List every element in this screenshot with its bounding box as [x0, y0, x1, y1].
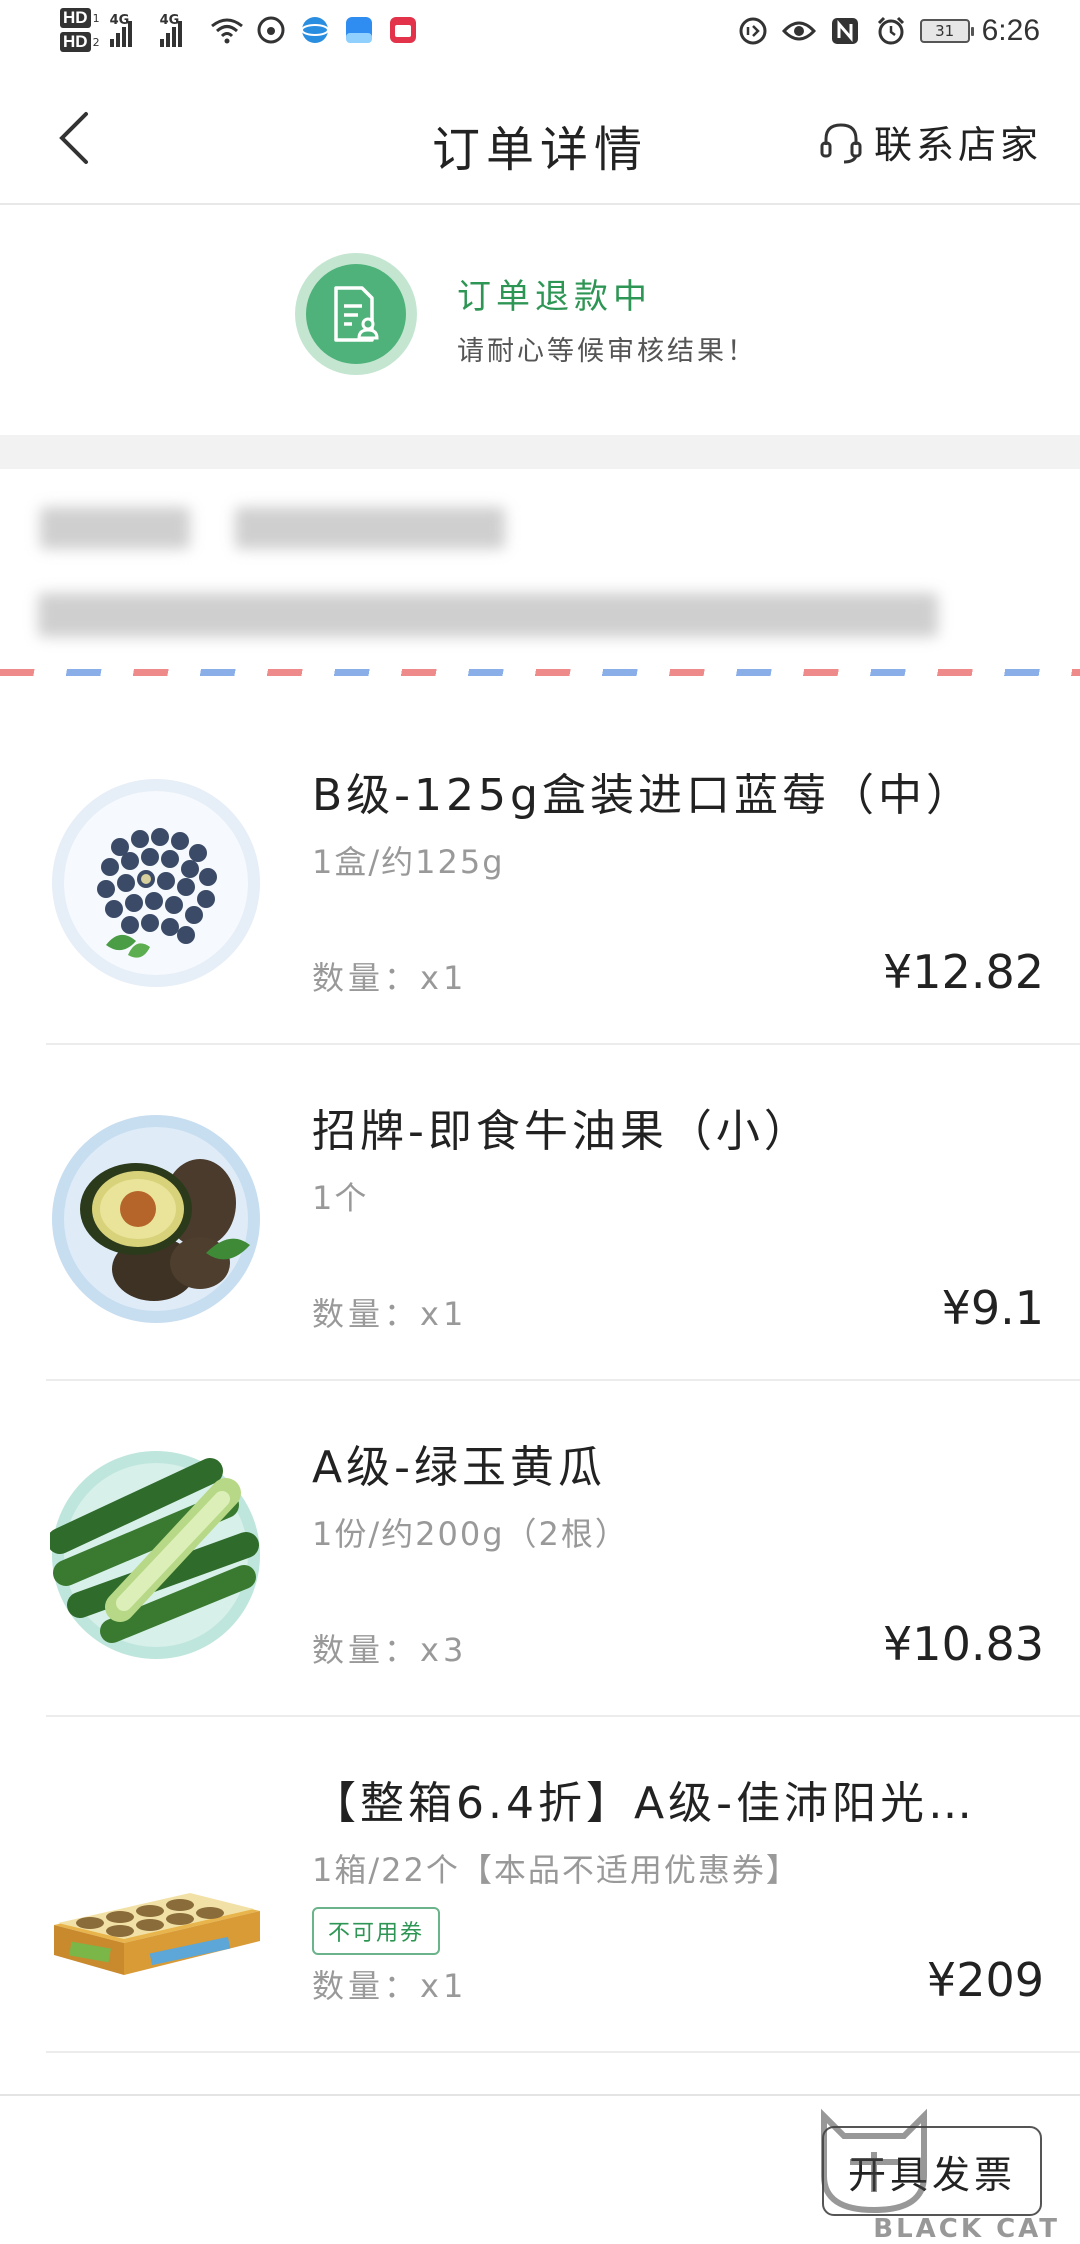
status-bar-right: 31 6:26 [736, 14, 1040, 48]
alarm-icon [874, 14, 908, 48]
item-name: 【整箱6.4折】A级-佳沛阳光… [312, 1778, 976, 1829]
item-quantity: 数量：x1 [312, 1967, 468, 2005]
list-item[interactable]: A级-绿玉黄瓜 1份/约200g（2根） 数量：x3 ¥10.83 [0, 1381, 1080, 1717]
nfc-icon [828, 14, 862, 48]
list-item[interactable]: 【整箱6.4折】A级-佳沛阳光… 1箱/22个【本品不适用优惠券】 不可用券 数… [0, 1717, 1080, 2053]
signal-icon-1: 4G [109, 13, 150, 47]
status-bar: HD 1 HD 2 4G 4G 31 6:26 [0, 0, 1080, 70]
black-cat-watermark: BLACK CAT [804, 2106, 1074, 2244]
item-quantity: 数量：x1 [312, 1295, 468, 1333]
item-quantity: 数量：x3 [312, 1631, 468, 1669]
status-icon-circle [295, 253, 417, 375]
document-person-icon [334, 286, 379, 342]
blurred-recipient-phone [235, 507, 505, 549]
signal-icon-2: 4G [159, 13, 200, 47]
cat-logo-icon [821, 2108, 927, 2214]
browser-icon [298, 13, 332, 47]
list-item[interactable]: 招牌-即食牛油果（小） 1个 数量：x1 ¥9.1 [0, 1045, 1080, 1381]
section-gap [0, 435, 1080, 469]
airmail-border [0, 669, 1080, 676]
hd1-badge: HD 1 [60, 8, 100, 28]
product-image-avocado [52, 1115, 260, 1323]
blurred-recipient-name [40, 507, 190, 549]
clock: 6:26 [981, 14, 1040, 47]
product-image-blueberry [52, 779, 260, 987]
app-red-icon [386, 13, 420, 47]
divider [46, 2051, 1080, 2053]
product-image-cucumber [50, 1451, 260, 1659]
contact-store-label: 联系店家 [873, 123, 1042, 167]
item-price: ¥12.82 [883, 945, 1044, 999]
item-spec: 1盒/约125g [312, 843, 505, 881]
contact-store-button[interactable]: 联系店家 [818, 114, 1042, 169]
coupon-restriction-badge: 不可用券 [312, 1907, 441, 1955]
blurred-address-line [38, 593, 938, 637]
status-bar-left: HD 1 HD 2 4G 4G [60, 8, 420, 52]
watermark-text: BLACK CAT [873, 2214, 1060, 2244]
item-price: ¥10.83 [883, 1617, 1044, 1671]
header: 订单详情 联系店家 [0, 70, 1080, 205]
order-status-title: 订单退款中 [457, 277, 652, 317]
wifi-icon [210, 13, 244, 47]
headset-icon [820, 122, 862, 163]
battery-indicator: 31 [919, 19, 974, 43]
hd-indicators: HD 1 HD 2 [60, 8, 100, 52]
bottom-bar: 开具发票 BLACK CAT [0, 2094, 1080, 2244]
eye-comfort-icon [781, 14, 816, 48]
data-saver-icon [736, 14, 770, 48]
item-name: 招牌-即食牛油果（小） [312, 1106, 812, 1157]
item-name: B级-125g盒装进口蓝莓（中） [312, 770, 974, 821]
item-spec: 1份/约200g（2根） [312, 1515, 629, 1553]
hd2-badge: HD 2 [60, 32, 100, 52]
item-price: ¥9.1 [941, 1281, 1044, 1335]
item-name: A级-绿玉黄瓜 [312, 1442, 606, 1493]
list-item[interactable]: B级-125g盒装进口蓝莓（中） 1盒/约125g 数量：x1 ¥12.82 [0, 709, 1080, 1045]
item-spec: 1个 [312, 1179, 369, 1217]
address-section [0, 469, 1080, 709]
item-price: ¥209 [926, 1953, 1044, 2007]
netease-music-icon [254, 13, 288, 47]
product-image-kiwi-box [54, 1893, 260, 1975]
order-items-list: B级-125g盒装进口蓝莓（中） 1盒/约125g 数量：x1 ¥12.82 招… [0, 709, 1080, 2053]
item-quantity: 数量：x1 [312, 959, 468, 997]
app-blue-icon [342, 13, 376, 47]
order-status-section: 订单退款中 请耐心等候审核结果！ [0, 207, 1080, 435]
order-status-subtitle: 请耐心等候审核结果！ [457, 336, 757, 367]
item-spec: 1箱/22个【本品不适用优惠券】 [312, 1851, 800, 1889]
